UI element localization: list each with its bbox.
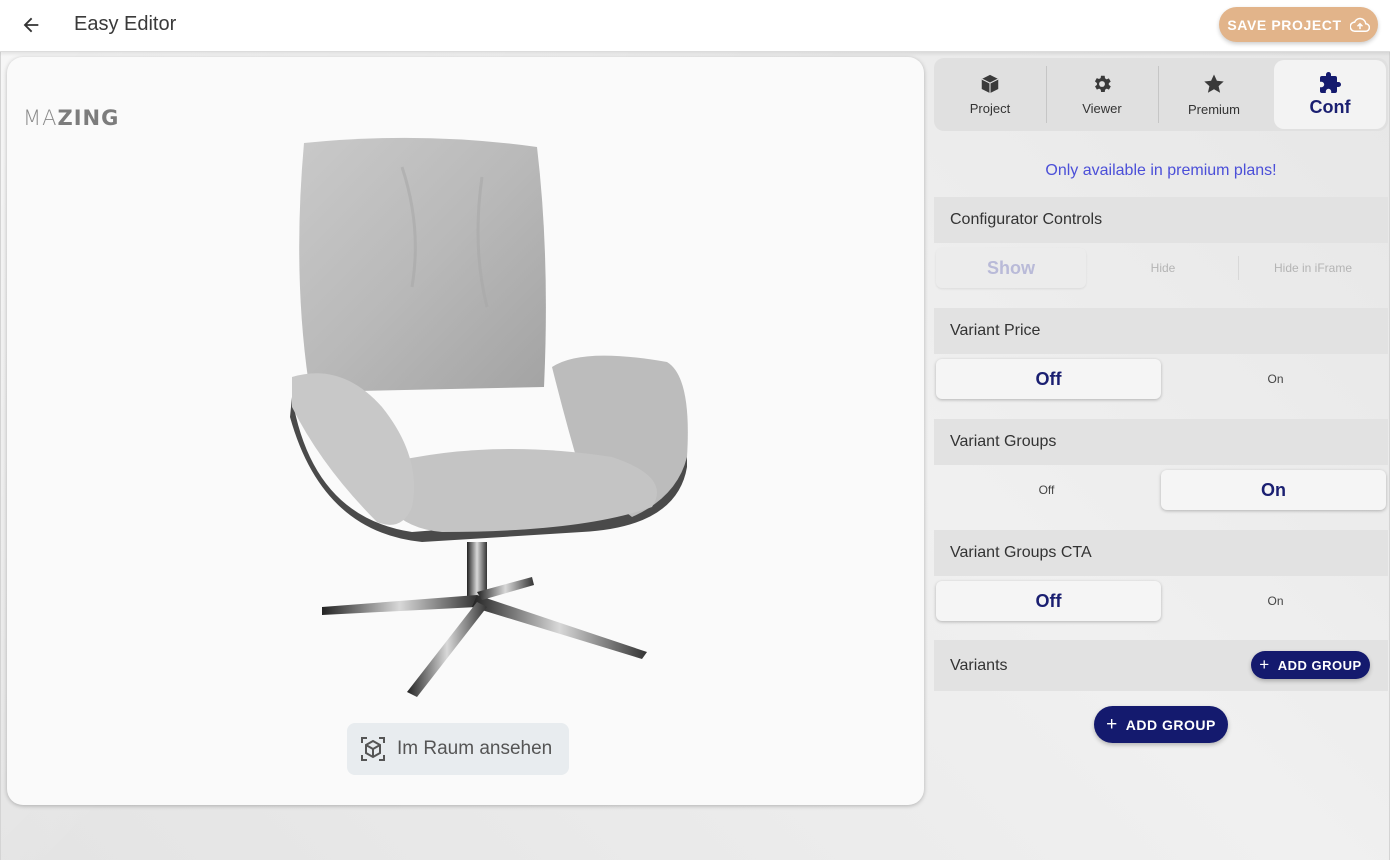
add-group-label: ADD GROUP: [1125, 716, 1216, 733]
tab-premium[interactable]: Premium: [1158, 58, 1270, 131]
3d-viewer[interactable]: MAZING Im Raum ansehen: [7, 57, 924, 805]
variant-price-off-option[interactable]: Off: [936, 359, 1161, 399]
variant-groups-header: Variant Groups: [934, 419, 1388, 465]
configurator-controls-header: Configurator Controls: [934, 197, 1388, 243]
variant-price-toggle: Off On: [934, 356, 1388, 402]
arrow-left-icon: [23, 17, 39, 33]
premium-only-notice: Only available in premium plans!: [1045, 162, 1277, 179]
view-in-room-label: Im Raum ansehen: [397, 738, 553, 759]
app-title: Easy Editor: [74, 13, 177, 35]
tab-premium-label: Premium: [1187, 102, 1240, 117]
save-project-button[interactable]: SAVE PROJECT: [1219, 7, 1378, 42]
variant-groups-cta-off-option[interactable]: Off: [936, 581, 1161, 621]
configurator-controls-toggle: Show Hide Hide in iFrame: [934, 245, 1388, 291]
puzzle-icon: [1320, 72, 1341, 93]
save-project-label: SAVE PROJECT: [1227, 16, 1342, 33]
configurator-hide-iframe-option: Hide in iFrame: [1238, 248, 1388, 288]
variants-add-group-label: ADD GROUP: [1277, 657, 1362, 673]
configurator-controls-title: Configurator Controls: [950, 211, 1103, 228]
variant-price-title: Variant Price: [950, 322, 1041, 339]
back-button[interactable]: [12, 6, 50, 44]
settings-panel: Project Viewer Premium Conf Only availab…: [934, 58, 1388, 758]
armchair-model[interactable]: [282, 137, 702, 707]
variant-groups-toggle: Off On: [934, 467, 1388, 513]
tab-conf-label: Conf: [1309, 97, 1351, 117]
app-header: Easy Editor SAVE PROJECT: [0, 0, 1390, 52]
tab-project[interactable]: Project: [934, 58, 1046, 131]
variant-groups-on-option[interactable]: On: [1161, 470, 1386, 510]
tab-project-label: Project: [969, 101, 1011, 116]
variant-price-on-option[interactable]: On: [1163, 359, 1388, 399]
variant-groups-title: Variant Groups: [950, 433, 1057, 450]
variant-groups-cta-toggle: Off On: [934, 578, 1388, 624]
add-group-button[interactable]: + ADD GROUP: [1094, 706, 1228, 743]
variant-groups-cta-title: Variant Groups CTA: [950, 544, 1092, 561]
variants-title: Variants: [950, 656, 1008, 674]
tab-conf[interactable]: Conf: [1274, 60, 1386, 129]
gear-icon: [1094, 75, 1111, 92]
variant-groups-cta-header: Variant Groups CTA: [934, 530, 1388, 576]
configurator-hide-option: Hide: [1150, 261, 1176, 275]
configurator-show-option: Show: [936, 248, 1086, 288]
plus-icon: +: [1259, 655, 1270, 674]
variant-groups-cta-on-option[interactable]: On: [1163, 581, 1388, 621]
mazing-logo: MAZING: [23, 106, 120, 130]
variant-groups-off-option[interactable]: Off: [934, 470, 1159, 510]
view-in-room-button[interactable]: Im Raum ansehen: [347, 723, 569, 775]
cloud-upload-icon: [1349, 17, 1370, 32]
plus-icon: +: [1106, 713, 1118, 735]
ar-cube-icon: [361, 737, 385, 761]
tab-viewer-label: Viewer: [1082, 101, 1122, 116]
variants-add-group-button[interactable]: + ADD GROUP: [1251, 651, 1370, 679]
tab-viewer[interactable]: Viewer: [1046, 58, 1158, 131]
variant-price-header: Variant Price: [934, 308, 1388, 354]
cube-icon: [981, 74, 999, 94]
star-icon: [1204, 74, 1224, 93]
tab-bar: Project Viewer Premium Conf: [934, 58, 1388, 131]
variants-header: Variants + ADD GROUP: [934, 640, 1388, 691]
